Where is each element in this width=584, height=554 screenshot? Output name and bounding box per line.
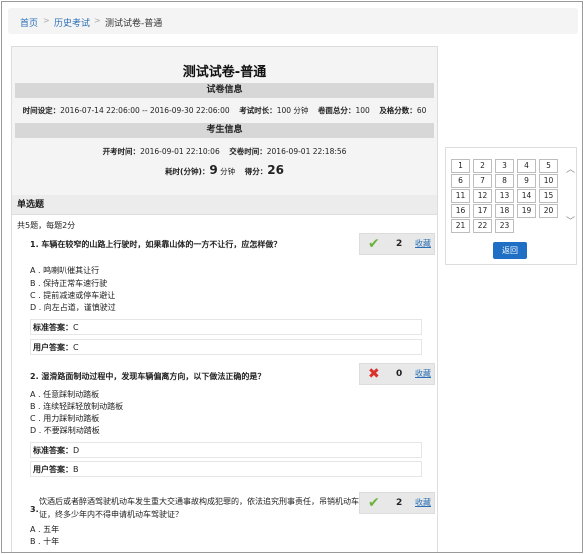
- question-score: 2: [396, 498, 403, 508]
- check-icon: ✔: [368, 236, 380, 252]
- option-d: D . 不要踩制动踏板: [30, 426, 100, 435]
- option-a: A . 鸣喇叭催其让行: [30, 266, 100, 275]
- option-b: B . 保持正常车速行驶: [30, 279, 108, 288]
- question-number-cell[interactable]: 1: [451, 159, 470, 173]
- paper-info-line: 时间设定：2016-07-14 22:06:00 -- 2016-09-30 2…: [12, 105, 437, 116]
- question-result: ✔ 2 收藏: [359, 492, 435, 514]
- elapsed-unit: 分钟: [220, 167, 236, 176]
- option-c: C . 提前减速或停车避让: [30, 291, 116, 300]
- start-label: 开考时间：: [102, 147, 141, 156]
- score-value: 26: [267, 163, 284, 177]
- question-result: ✔ 2 收藏: [359, 233, 435, 255]
- question-text-line2: 证，终多少年内不得申请机动车驾驶证？: [39, 510, 183, 519]
- option-c: C . 用力踩制动踏板: [30, 414, 100, 423]
- check-icon: ✔: [368, 495, 380, 511]
- standard-answer: 标准答案：C: [30, 319, 422, 335]
- duration-value: 100 分钟: [276, 106, 309, 115]
- question-number-cell[interactable]: 4: [517, 159, 536, 173]
- question-number-cell[interactable]: 11: [451, 189, 470, 203]
- elapsed-value: 9: [209, 163, 218, 177]
- question-panel: 单选题 共5题，每题2分 1. 车辆在较窄的山路上行驶时，如果靠山体的一方不让行…: [12, 195, 437, 552]
- back-button[interactable]: 返回: [493, 242, 527, 259]
- question-number-cell[interactable]: 22: [473, 219, 492, 233]
- result-line: 耗时(分钟)：9 分钟 得分：26: [12, 163, 437, 177]
- duration-label: 考试时长：: [239, 106, 277, 115]
- favorite-link[interactable]: 收藏: [415, 238, 431, 249]
- app-window: 首页 > 历史考试 > 测试试卷-普通 测试试卷-普通 试卷信息 时间设定：20…: [1, 1, 583, 553]
- question-number-cell[interactable]: 3: [495, 159, 514, 173]
- chevron-down-icon[interactable]: ﹀: [566, 214, 575, 227]
- question-number-cell[interactable]: 14: [517, 189, 536, 203]
- breadcrumb-current: 测试试卷-普通: [105, 19, 163, 29]
- question-score: 2: [396, 239, 403, 249]
- option-d: D . 向左占道，谨慎驶过: [30, 303, 116, 312]
- question-number-cell[interactable]: 10: [539, 174, 558, 188]
- question-number-cell[interactable]: 18: [495, 204, 514, 218]
- option-b: B . 十年: [30, 537, 60, 546]
- submit-value: 2016-09-01 22:18:56: [266, 147, 347, 156]
- question-navigator: 1 2 3 4 5 6 7 8 9 10 11 12 13 14 15 16 17 18 19 20 21 22 23 ︿ …: [445, 147, 577, 265]
- question-number-cell[interactable]: 7: [473, 174, 492, 188]
- option-a: A . 五年: [30, 525, 60, 534]
- total-score-label: 卷面总分：: [317, 106, 356, 115]
- section-heading: 单选题: [12, 195, 437, 215]
- score-label: 得分：: [244, 167, 268, 176]
- question-number-cell[interactable]: 15: [539, 189, 558, 203]
- question-text: 2. 湿滑路面制动过程中，发现车辆偏离方向，以下做法正确的是？: [30, 372, 266, 381]
- question-number-cell[interactable]: 12: [473, 189, 492, 203]
- exam-panel: 测试试卷-普通 试卷信息 时间设定：2016-07-14 22:06:00 --…: [11, 46, 438, 552]
- question-number-cell[interactable]: 8: [495, 174, 514, 188]
- question-text-line1: 饮酒后或者醉酒驾驶机动车发生重大交通事故构成犯罪的，依法追究刑事责任，吊销机动车…: [39, 497, 375, 506]
- option-a: A . 任意踩制动踏板: [30, 390, 100, 399]
- question-number-cell[interactable]: 13: [495, 189, 514, 203]
- standard-answer: 标准答案：D: [30, 442, 422, 458]
- question-number-cell[interactable]: 16: [451, 204, 470, 218]
- page-title: 测试试卷-普通: [182, 65, 267, 80]
- question-number: 3.: [30, 505, 39, 514]
- elapsed-label: 耗时(分钟)：: [165, 167, 210, 176]
- question-number-cell[interactable]: 17: [473, 204, 492, 218]
- favorite-link[interactable]: 收藏: [415, 497, 431, 508]
- question-score: 0: [396, 369, 403, 379]
- start-value: 2016-09-01 22:10:06: [140, 147, 220, 156]
- question-number-cell[interactable]: 6: [451, 174, 470, 188]
- breadcrumb-home[interactable]: 首页: [20, 16, 38, 29]
- breadcrumb: 首页 > 历史考试 > 测试试卷-普通: [8, 8, 578, 34]
- breadcrumb-separator: >: [94, 16, 101, 25]
- pass-score-value: 60: [416, 106, 427, 115]
- submit-label: 交卷时间：: [229, 147, 267, 156]
- time-limit-value: 2016-07-14 22:06:00 -- 2016-09-30 22:06:…: [60, 106, 230, 115]
- user-answer: 用户答案：C: [30, 339, 422, 355]
- question-result: ✖ 0 收藏: [359, 363, 435, 385]
- paper-info-heading: 试卷信息: [15, 83, 434, 98]
- cross-icon: ✖: [368, 366, 380, 382]
- section-summary: 共5题，每题2分: [17, 221, 76, 230]
- favorite-link[interactable]: 收藏: [415, 368, 431, 379]
- breadcrumb-separator: >: [43, 16, 50, 25]
- total-score-value: 100: [355, 106, 370, 115]
- question-number-cell[interactable]: 23: [495, 219, 514, 233]
- taker-time-line: 开考时间：2016-09-01 22:10:06 交卷时间：2016-09-01…: [12, 146, 437, 157]
- question-number-cell[interactable]: 2: [473, 159, 492, 173]
- pass-score-label: 及格分数：: [379, 106, 417, 115]
- taker-info-heading: 考生信息: [15, 123, 434, 138]
- question-number-cell[interactable]: 21: [451, 219, 470, 233]
- user-answer: 用户答案：B: [30, 461, 422, 477]
- time-limit-label: 时间设定：: [22, 106, 61, 115]
- chevron-up-icon[interactable]: ︿: [566, 162, 575, 175]
- question-number-cell[interactable]: 9: [517, 174, 536, 188]
- question-text: 1. 车辆在较窄的山路上行驶时，如果靠山体的一方不让行，应怎样做？: [30, 240, 282, 249]
- option-b: B . 连续轻踩轻放制动踏板: [30, 402, 124, 411]
- question-number-cell[interactable]: 19: [517, 204, 536, 218]
- question-number-cell[interactable]: 5: [539, 159, 558, 173]
- question-number-cell[interactable]: 20: [539, 204, 558, 218]
- breadcrumb-history[interactable]: 历史考试: [54, 16, 90, 29]
